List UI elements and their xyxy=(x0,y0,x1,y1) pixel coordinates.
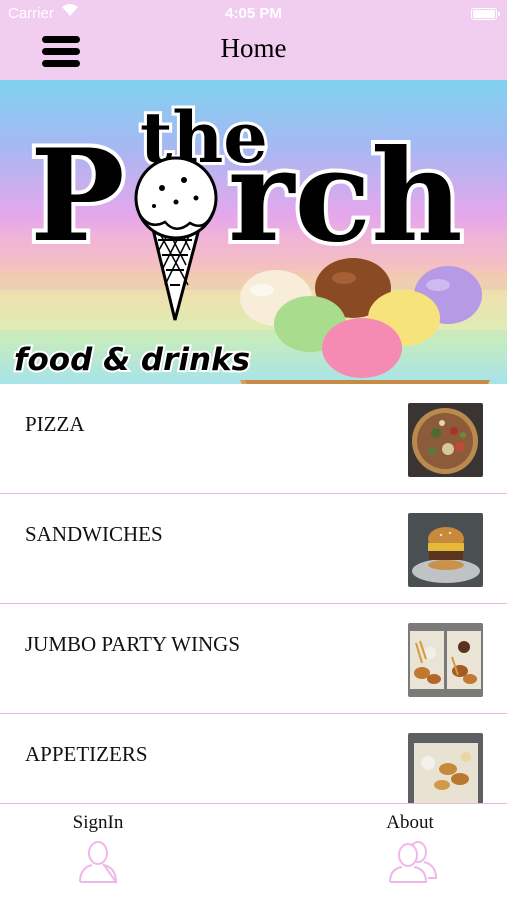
menu-item-sandwiches[interactable]: SANDWICHES xyxy=(0,494,507,604)
menu-item-appetizers[interactable]: APPETIZERS xyxy=(0,714,507,803)
tab-about[interactable]: About xyxy=(340,804,480,900)
tagline-text: food & drinks xyxy=(14,342,250,378)
battery-icon xyxy=(471,8,500,20)
logo-p-letter: P xyxy=(30,122,125,270)
wings-thumbnail xyxy=(408,623,483,697)
porch-logo: the P rch food & drinks xyxy=(0,93,507,384)
clock: 4:05 PM xyxy=(225,5,282,22)
sandwich-thumbnail xyxy=(408,513,483,587)
logo-rch-letters: rch xyxy=(228,122,463,270)
menu-item-jumbo-party-wings[interactable]: JUMBO PARTY WINGS xyxy=(0,604,507,714)
menu-item-pizza[interactable]: PIZZA xyxy=(0,384,507,494)
menu-category-list: PIZZA SANDWICHES JUMBO PARTY WINGS APPET… xyxy=(0,384,507,803)
menu-item-label: APPETIZERS xyxy=(25,742,148,766)
person-icon xyxy=(79,841,118,884)
navigation-bar: Home xyxy=(0,28,507,80)
page-title: Home xyxy=(220,33,287,63)
menu-item-label: SANDWICHES xyxy=(25,522,163,546)
tab-label: About xyxy=(386,812,434,833)
appetizers-thumbnail xyxy=(408,733,483,803)
tab-label: SignIn xyxy=(72,812,124,833)
pizza-thumbnail xyxy=(408,403,483,477)
porch-banner: the P rch food & drinks xyxy=(0,80,507,384)
status-bar: Carrier 4:05 PM xyxy=(0,0,507,28)
menu-item-label: JUMBO PARTY WINGS xyxy=(25,632,241,656)
menu-item-label: PIZZA xyxy=(25,412,85,436)
tab-signin[interactable]: SignIn xyxy=(28,804,168,900)
tab-bar: SignIn About xyxy=(0,803,507,900)
ice-cream-bowl-image xyxy=(240,258,490,384)
people-icon xyxy=(389,841,438,883)
